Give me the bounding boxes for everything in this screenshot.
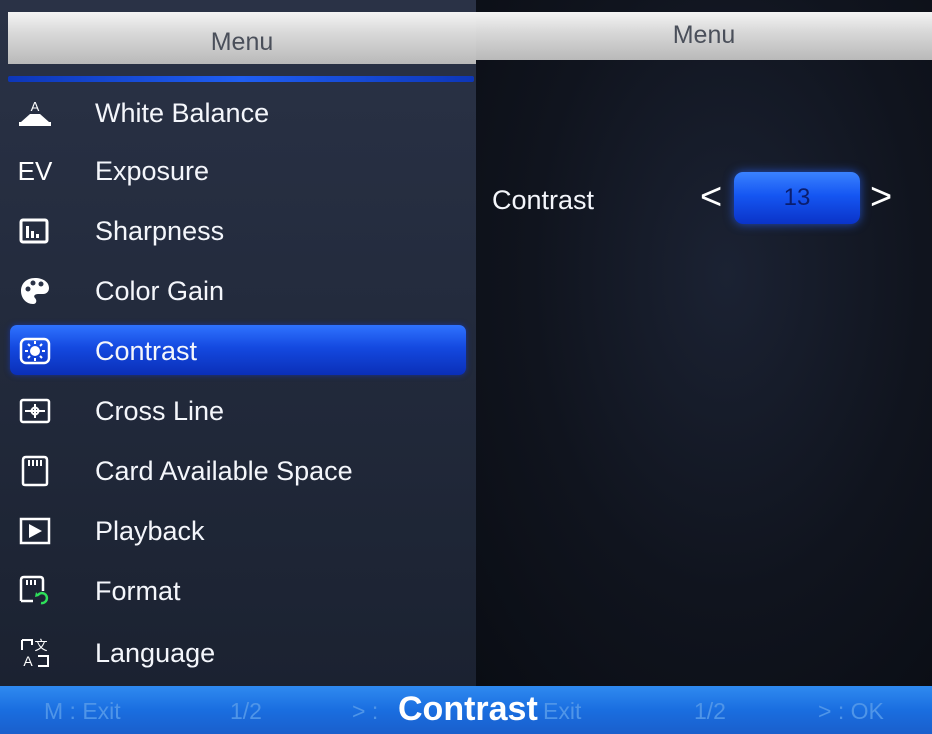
menu-header-underline <box>8 76 474 82</box>
contrast-setting-row: Contrast < 13 > <box>476 168 932 226</box>
white-balance-icon: A <box>18 96 52 130</box>
menu-item-label: Cross Line <box>95 395 225 426</box>
play-icon <box>18 514 52 548</box>
next-hint: > : <box>352 698 379 724</box>
menu-header: Menu <box>8 12 476 64</box>
menu-item-sharpness[interactable]: Sharpness <box>0 202 476 260</box>
menu-item-language[interactable]: 文A Language <box>0 624 476 682</box>
sharpness-icon <box>18 214 52 248</box>
sd-card-icon <box>18 454 52 488</box>
increase-arrow[interactable]: > <box>870 178 892 216</box>
menu-item-label: Contrast <box>95 335 198 366</box>
submenu-header: Menu <box>476 12 932 60</box>
submenu-panel: Menu Contrast < 13 > <box>476 0 932 686</box>
menu-item-format[interactable]: Format <box>0 562 476 620</box>
menu-item-label: Exposure <box>95 155 210 186</box>
crossline-icon <box>18 394 52 428</box>
svg-text:A: A <box>23 653 33 669</box>
svg-text:文: 文 <box>34 639 47 654</box>
current-setting-title: Contrast <box>398 690 538 728</box>
menu-item-color-gain[interactable]: Color Gain <box>0 262 476 320</box>
camera-osd-screen: Menu A White Balance EV Exposure Sharpne… <box>0 0 932 734</box>
page-indicator: 1/2 <box>230 698 262 724</box>
format-card-icon <box>18 574 52 608</box>
menu-item-label: Format <box>95 575 181 606</box>
contrast-value[interactable]: 13 <box>734 172 860 224</box>
language-icon: 文A <box>18 636 52 670</box>
menu-item-white-balance[interactable]: A White Balance <box>0 84 476 142</box>
exit-hint-right: Exit <box>543 698 582 724</box>
menu-item-label: Card Available Space <box>95 455 353 486</box>
exit-hint: M : Exit <box>44 698 121 724</box>
palette-icon <box>18 274 52 308</box>
menu-item-playback[interactable]: Playback <box>0 502 476 560</box>
menu-item-card-available-space[interactable]: Card Available Space <box>0 442 476 500</box>
menu-item-cross-line[interactable]: Cross Line <box>0 382 476 440</box>
decrease-arrow[interactable]: < <box>700 178 722 216</box>
menu-item-label: Color Gain <box>95 275 225 306</box>
svg-text:A: A <box>31 99 40 114</box>
menu-item-label: Language <box>95 637 216 668</box>
setting-label: Contrast <box>492 185 595 215</box>
ev-icon: EV <box>17 155 53 186</box>
ok-hint: > : OK <box>818 698 884 724</box>
main-menu-panel: Menu A White Balance EV Exposure Sharpne… <box>0 0 476 686</box>
menu-item-label: White Balance <box>95 97 270 128</box>
menu-item-label: Playback <box>95 515 205 546</box>
menu-item-exposure[interactable]: EV Exposure <box>0 142 476 200</box>
page-indicator-right: 1/2 <box>694 698 726 724</box>
menu-item-label: Sharpness <box>95 215 225 246</box>
bottom-hint-bar: M : Exit 1/2 > : Contrast Exit 1/2 > : O… <box>0 686 932 734</box>
contrast-icon <box>18 334 52 368</box>
menu-item-contrast[interactable]: Contrast <box>0 322 476 380</box>
selection-highlight <box>10 325 466 375</box>
